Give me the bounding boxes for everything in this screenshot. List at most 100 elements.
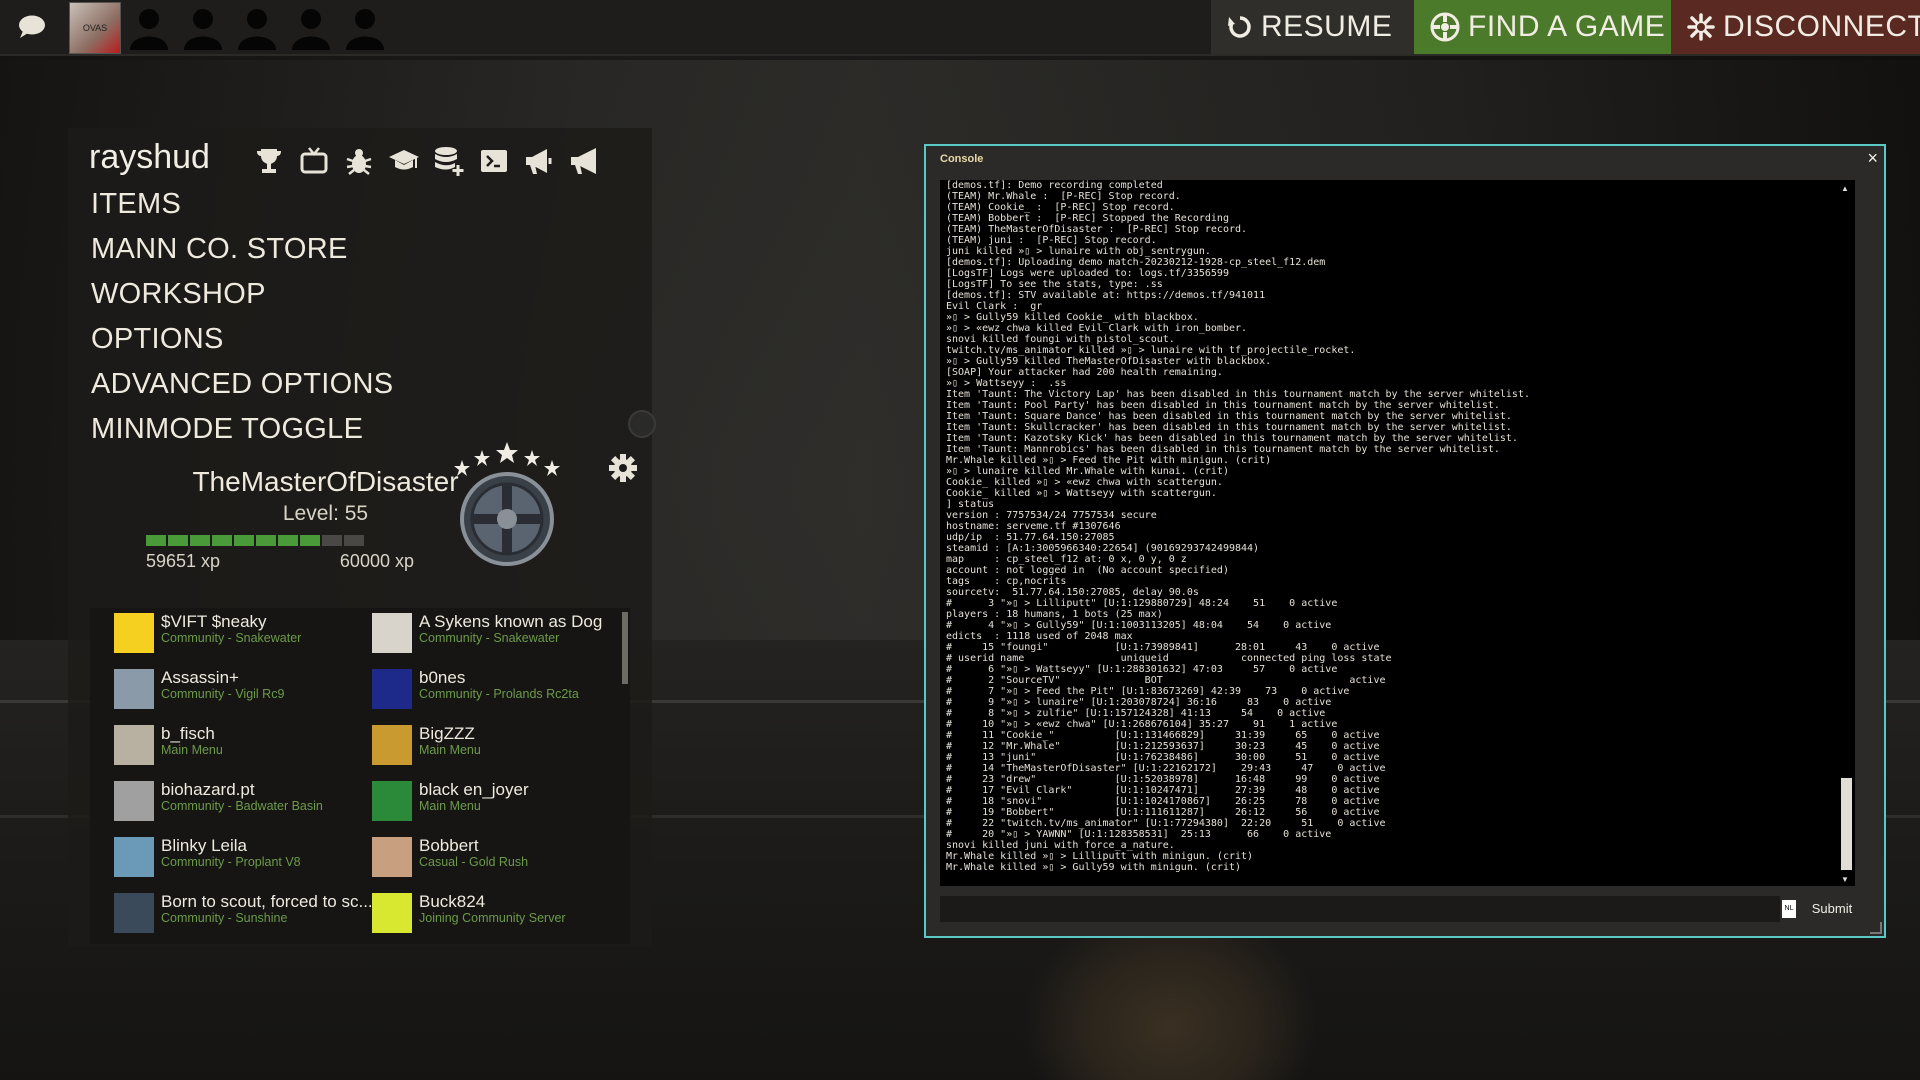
gear-icon[interactable]: [608, 453, 638, 488]
xp-current: 59651 xp: [146, 551, 221, 571]
menu-item-items[interactable]: ITEMS: [91, 188, 181, 221]
submit-button[interactable]: Submit: [1802, 896, 1862, 922]
username[interactable]: rayshud: [89, 138, 210, 177]
menu-item-options[interactable]: OPTIONS: [91, 323, 224, 356]
friend-item[interactable]: Assassin+ Community - Vigil Rc9: [114, 664, 369, 716]
party-slot-icon[interactable]: [288, 4, 334, 50]
friend-status: Community - Proplant V8: [161, 855, 301, 869]
scroll-down-icon[interactable]: ▼: [1841, 875, 1849, 884]
friend-avatar: [114, 893, 154, 933]
friend-name: b0nes: [419, 668, 466, 687]
friend-avatar: [114, 725, 154, 765]
xp-segment: [300, 535, 320, 546]
resume-icon: [1227, 14, 1253, 40]
menu-item-minmode-toggle[interactable]: MINMODE TOGGLE: [91, 413, 363, 446]
console-window: Console × [demos.tf]: Demo recording com…: [924, 144, 1886, 938]
megaphone-icon[interactable]: [522, 144, 556, 178]
database-add-icon[interactable]: [432, 144, 466, 178]
xp-segment: [168, 535, 188, 546]
nl-toggle[interactable]: NL: [1782, 900, 1796, 918]
friend-name: $VIFT $neaky: [161, 612, 267, 631]
party-slot-icon[interactable]: [234, 4, 280, 50]
chat-icon[interactable]: [14, 12, 50, 42]
xp-segment: [234, 535, 254, 546]
friend-item[interactable]: Blinky Leila Community - Proplant V8: [114, 832, 369, 884]
top-bar: OVAS RESUME FIND A GAME DISCONNECT: [0, 0, 1920, 56]
console-input[interactable]: [940, 896, 1780, 922]
friend-status: Community - Snakewater: [161, 631, 302, 645]
xp-segment: [322, 535, 342, 546]
menu-item-workshop[interactable]: WORKSHOP: [91, 278, 266, 311]
friend-name: black en_joyer: [419, 780, 529, 799]
xp-next: 60000 xp: [339, 551, 414, 571]
resume-button[interactable]: RESUME: [1211, 0, 1414, 54]
scroll-thumb[interactable]: [1841, 778, 1852, 870]
disconnect-icon: [1687, 13, 1715, 41]
menu-item-store[interactable]: MANN CO. STORE: [91, 233, 348, 266]
party-slot-icon[interactable]: [342, 4, 388, 50]
friend-name: Bobbert: [419, 836, 479, 855]
friends-list[interactable]: $VIFT $neaky Community - Snakewater A Syk…: [90, 608, 630, 944]
scroll-up-icon[interactable]: ▲: [1841, 184, 1849, 193]
friend-status: Casual - Gold Rush: [419, 855, 529, 869]
friend-status: Community - Snakewater: [419, 631, 560, 645]
friend-item[interactable]: Buck824 Joining Community Server: [372, 888, 627, 940]
console-output[interactable]: [demos.tf]: Demo recording completed (TE…: [940, 180, 1855, 886]
friend-name: Assassin+: [161, 668, 239, 687]
friends-scrollbar[interactable]: [622, 612, 628, 684]
xp-segment: [344, 535, 364, 546]
resize-grip-icon[interactable]: [1870, 922, 1882, 934]
bug-icon[interactable]: [342, 144, 376, 178]
party-slot-icon[interactable]: [126, 4, 172, 50]
console-scrollbar[interactable]: ▲ ▼: [1837, 180, 1855, 886]
friend-avatar: [372, 837, 412, 877]
friend-name: Buck824: [419, 892, 486, 911]
xp-progress-bar: [146, 535, 364, 546]
friend-item[interactable]: biohazard.pt Community - Badwater Basin: [114, 776, 369, 828]
friend-avatar: [372, 725, 412, 765]
friend-item[interactable]: A Sykens known as Dog Community - Snakewa…: [372, 608, 627, 660]
xp-segment: [146, 535, 166, 546]
friend-avatar: [114, 781, 154, 821]
friend-item[interactable]: Born to scout, forced to sc... Community …: [114, 888, 371, 940]
friend-avatar: [114, 613, 154, 653]
resume-label: RESUME: [1261, 10, 1393, 43]
friend-item[interactable]: b0nes Community - Prolands Rc2ta: [372, 664, 627, 716]
friend-avatar: [114, 837, 154, 877]
friend-avatar: [372, 613, 412, 653]
tv-icon[interactable]: [297, 144, 331, 178]
find-game-icon: [1430, 12, 1460, 42]
friend-status: Community - Badwater Basin: [161, 799, 323, 813]
menu-icon-row: [252, 144, 601, 178]
friend-item[interactable]: $VIFT $neaky Community - Snakewater: [114, 608, 369, 660]
graduation-cap-icon[interactable]: [387, 144, 421, 178]
disconnect-label: DISCONNECT: [1723, 10, 1920, 43]
friend-name: BigZZZ: [419, 724, 475, 743]
rank-badge-icon[interactable]: [452, 440, 562, 575]
menu-item-advanced-options[interactable]: ADVANCED OPTIONS: [91, 368, 393, 401]
disconnect-button[interactable]: DISCONNECT: [1671, 0, 1920, 54]
trophy-icon[interactable]: [252, 144, 286, 178]
terminal-icon[interactable]: [477, 144, 511, 178]
friend-avatar: [372, 781, 412, 821]
friend-item[interactable]: BigZZZ Main Menu: [372, 720, 627, 772]
party-slot-icon[interactable]: [180, 4, 226, 50]
friend-name: Born to scout, forced to sc...: [161, 892, 371, 911]
player-avatar[interactable]: OVAS: [69, 2, 121, 54]
xp-segment: [278, 535, 298, 546]
find-game-button[interactable]: FIND A GAME: [1414, 0, 1671, 54]
friend-item[interactable]: Bobbert Casual - Gold Rush: [372, 832, 627, 884]
megaphone-alt-icon[interactable]: [567, 144, 601, 178]
friend-status: Joining Community Server: [419, 911, 566, 925]
friend-name: Blinky Leila: [161, 836, 247, 855]
slider-knob[interactable]: [628, 410, 656, 438]
friend-item[interactable]: black en_joyer Main Menu: [372, 776, 627, 828]
friend-item[interactable]: b_fisch Main Menu: [114, 720, 369, 772]
friend-name: b_fisch: [161, 724, 215, 743]
avatar-text: OVAS: [82, 23, 108, 33]
close-icon[interactable]: ×: [1867, 148, 1878, 169]
friend-status: Main Menu: [419, 743, 481, 757]
friend-avatar: [114, 669, 154, 709]
friend-name: A Sykens known as Dog: [419, 612, 603, 631]
friend-name: biohazard.pt: [161, 780, 255, 799]
